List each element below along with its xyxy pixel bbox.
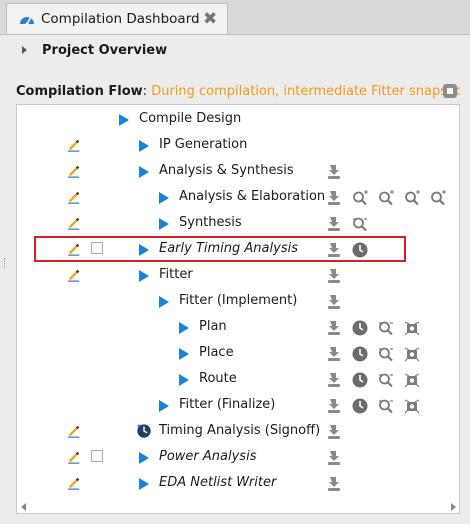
timing-clock-icon[interactable]	[351, 319, 369, 337]
flow-task-label[interactable]: Route	[199, 371, 237, 386]
splitter-handle[interactable]	[4, 258, 7, 268]
close-icon[interactable]: ✖	[203, 9, 217, 29]
compilation-flow-bar: Compilation Flow: During compilation, in…	[16, 84, 460, 102]
flow-task-label[interactable]: Fitter (Implement)	[179, 293, 297, 308]
flow-task-label[interactable]: Place	[199, 345, 234, 360]
run-play-icon[interactable]	[159, 296, 169, 308]
flow-row-place[interactable]: Place	[17, 341, 459, 367]
edit-settings-icon[interactable]	[67, 164, 81, 178]
run-play-icon[interactable]	[179, 348, 189, 360]
run-play-icon[interactable]	[139, 270, 149, 282]
flow-row-route[interactable]: Route	[17, 367, 459, 393]
flow-task-label[interactable]: Analysis & Synthesis	[159, 163, 294, 178]
compilation-flow-tree: Compile Design IP Generation Analysis & Sy…	[16, 104, 460, 514]
run-play-icon[interactable]	[139, 140, 149, 152]
run-play-icon[interactable]	[159, 218, 169, 230]
flow-task-label[interactable]: IP Generation	[159, 137, 247, 152]
run-play-icon[interactable]	[139, 452, 149, 464]
report-icon[interactable]	[325, 423, 343, 441]
timing-clock-icon[interactable]	[351, 345, 369, 363]
flow-task-label[interactable]: Fitter (Finalize)	[179, 397, 275, 412]
highlight-box	[34, 236, 406, 262]
flow-status-message: During compilation, intermediate Fitter …	[147, 84, 460, 99]
report-icon[interactable]	[325, 319, 343, 337]
flow-row-eda-netlist-writer[interactable]: EDA Netlist Writer	[17, 471, 459, 497]
flow-task-label[interactable]: Fitter	[159, 267, 193, 282]
flow-row-power-analysis[interactable]: Power Analysis	[17, 445, 459, 471]
run-play-icon[interactable]	[119, 114, 129, 126]
flow-row-analysis-elaboration[interactable]: Analysis & Elaboration	[17, 185, 459, 211]
run-play-icon[interactable]	[179, 322, 189, 334]
run-play-icon[interactable]	[159, 192, 169, 204]
flow-row-timing-analysis-signoff[interactable]: Timing Analysis (Signoff)	[17, 419, 459, 445]
netlist-viewer-icon[interactable]	[351, 215, 369, 233]
report-icon[interactable]	[325, 267, 343, 285]
netlist-viewer-icon[interactable]	[377, 371, 395, 389]
edit-settings-icon[interactable]	[67, 476, 81, 490]
project-overview-header[interactable]: Project Overview	[42, 43, 167, 58]
edit-settings-icon[interactable]	[67, 216, 81, 230]
run-play-icon[interactable]	[159, 400, 169, 412]
netlist-viewer-icon[interactable]	[377, 319, 395, 337]
report-icon[interactable]	[325, 449, 343, 467]
stop-compilation-button[interactable]	[443, 84, 457, 98]
edit-settings-icon[interactable]	[67, 424, 81, 438]
edit-settings-icon[interactable]	[67, 190, 81, 204]
flow-row-fitter-implement[interactable]: Fitter (Implement)	[17, 289, 459, 315]
report-icon[interactable]	[325, 215, 343, 233]
timing-status-icon[interactable]	[136, 423, 152, 439]
report-icon[interactable]	[325, 189, 343, 207]
report-icon[interactable]	[325, 345, 343, 363]
flow-row-ip-generation[interactable]: IP Generation	[17, 133, 459, 159]
flow-row-compile-design[interactable]: Compile Design	[17, 107, 459, 133]
snapshot-viewer-icon[interactable]	[429, 189, 447, 207]
run-play-icon[interactable]	[179, 374, 189, 386]
compilation-flow-label: Compilation Flow	[16, 84, 143, 99]
report-icon[interactable]	[325, 397, 343, 415]
flow-row-analysis-synthesis[interactable]: Analysis & Synthesis	[17, 159, 459, 185]
chip-planner-icon[interactable]	[403, 345, 421, 363]
dashboard-icon	[20, 16, 34, 26]
run-play-icon[interactable]	[139, 166, 149, 178]
flow-row-fitter-finalize[interactable]: Fitter (Finalize)	[17, 393, 459, 419]
report-icon[interactable]	[325, 163, 343, 181]
flow-task-label[interactable]: Compile Design	[139, 111, 241, 126]
edit-settings-icon[interactable]	[67, 268, 81, 282]
tab-compilation-dashboard[interactable]: Compilation Dashboard ✖	[6, 3, 228, 34]
timing-clock-icon[interactable]	[351, 397, 369, 415]
chip-planner-icon[interactable]	[403, 371, 421, 389]
flow-task-label[interactable]: Timing Analysis (Signoff)	[159, 423, 320, 438]
snapshot-viewer-icon[interactable]	[403, 189, 421, 207]
netlist-viewer-icon[interactable]	[377, 345, 395, 363]
snapshot-viewer-icon[interactable]	[377, 189, 395, 207]
enable-checkbox[interactable]	[91, 450, 103, 462]
run-play-icon[interactable]	[139, 478, 149, 490]
tab-bar: Compilation Dashboard ✖	[0, 0, 470, 35]
chip-planner-icon[interactable]	[403, 319, 421, 337]
tab-title: Compilation Dashboard	[41, 11, 200, 27]
scroll-left-icon[interactable]	[21, 503, 26, 511]
snapshot-viewer-icon[interactable]	[351, 189, 369, 207]
expand-arrow-icon[interactable]	[22, 46, 27, 54]
flow-row-synthesis[interactable]: Synthesis	[17, 211, 459, 237]
flow-row-plan[interactable]: Plan	[17, 315, 459, 341]
edit-settings-icon[interactable]	[67, 138, 81, 152]
flow-task-label[interactable]: Plan	[199, 319, 227, 334]
scroll-right-icon[interactable]	[451, 503, 456, 511]
flow-task-label[interactable]: EDA Netlist Writer	[159, 475, 276, 490]
report-icon[interactable]	[325, 293, 343, 311]
flow-task-label[interactable]: Synthesis	[179, 215, 242, 230]
flow-task-label[interactable]: Analysis & Elaboration	[179, 189, 325, 204]
netlist-viewer-icon[interactable]	[377, 397, 395, 415]
flow-task-label[interactable]: Power Analysis	[159, 449, 256, 464]
timing-clock-icon[interactable]	[351, 371, 369, 389]
chip-planner-icon[interactable]	[403, 397, 421, 415]
flow-row-fitter[interactable]: Fitter	[17, 263, 459, 289]
report-icon[interactable]	[325, 475, 343, 493]
edit-settings-icon[interactable]	[67, 450, 81, 464]
report-icon[interactable]	[325, 371, 343, 389]
